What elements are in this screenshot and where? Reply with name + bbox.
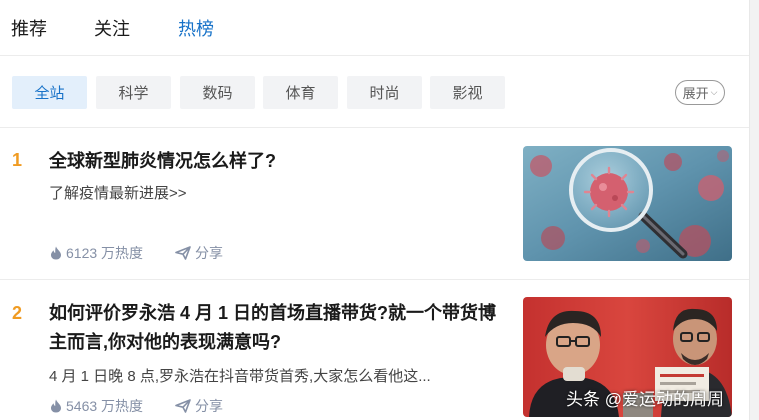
tab-recommend[interactable]: 推荐 bbox=[11, 15, 47, 41]
heat-text: 6123 万热度 bbox=[66, 245, 144, 261]
item-excerpt[interactable]: 4 月 1 日晚 8 点,罗永浩在抖音带货首秀,大家怎么看他这... bbox=[49, 365, 504, 386]
heat-count: 6123 万热度 bbox=[50, 243, 143, 263]
expand-label: 展开 bbox=[682, 86, 709, 101]
item-meta: 6123 万热度 分享 bbox=[50, 243, 223, 263]
category-chip-digital[interactable]: 数码 bbox=[180, 76, 255, 109]
expand-button[interactable]: 展开 ⌵ bbox=[675, 80, 725, 105]
category-chip-sports[interactable]: 体育 bbox=[263, 76, 338, 109]
chevron-down-icon: ⌵ bbox=[710, 87, 718, 97]
hot-list-panel: 推荐 关注 热榜 全站 科学 数码 体育 时尚 影视 展开 ⌵ 1 全球新型肺炎… bbox=[0, 0, 749, 420]
item-thumbnail[interactable] bbox=[523, 146, 732, 261]
paper-plane-icon bbox=[175, 246, 191, 260]
watermark-text: 头条 @爱运动的周周 bbox=[566, 390, 724, 409]
flame-icon bbox=[51, 246, 61, 260]
share-label: 分享 bbox=[195, 245, 224, 261]
heat-count: 5463 万热度 bbox=[50, 396, 143, 416]
rank-number: 1 bbox=[12, 150, 23, 170]
share-label: 分享 bbox=[195, 398, 224, 414]
item-excerpt[interactable]: 了解疫情最新进展>> bbox=[49, 182, 504, 203]
tab-hot-list[interactable]: 热榜 bbox=[178, 15, 214, 41]
category-chip-all[interactable]: 全站 bbox=[12, 76, 87, 109]
item-title[interactable]: 全球新型肺炎情况怎么样了? bbox=[49, 147, 504, 176]
category-chip-science[interactable]: 科学 bbox=[96, 76, 171, 109]
category-filter-bar: 全站 科学 数码 体育 时尚 影视 展开 ⌵ bbox=[0, 56, 749, 128]
top-tab-bar: 推荐 关注 热榜 bbox=[0, 0, 749, 56]
item-meta: 5463 万热度 分享 bbox=[50, 396, 223, 416]
heat-text: 5463 万热度 bbox=[66, 398, 144, 414]
rank-number: 2 bbox=[12, 303, 23, 323]
item-title[interactable]: 如何评价罗永浩 4 月 1 日的首场直播带货?就一个带货博主而言,你对他的表现满… bbox=[49, 299, 504, 357]
virus-magnifier-image bbox=[523, 146, 732, 261]
category-chip-fashion[interactable]: 时尚 bbox=[347, 76, 422, 109]
hot-list-item[interactable]: 1 全球新型肺炎情况怎么样了? 了解疫情最新进展>> 6123 万热度 分享 bbox=[0, 128, 749, 280]
scrollbar[interactable] bbox=[749, 0, 759, 420]
share-button[interactable]: 分享 bbox=[175, 243, 223, 263]
flame-icon bbox=[51, 399, 61, 413]
share-button[interactable]: 分享 bbox=[175, 396, 223, 416]
paper-plane-icon bbox=[175, 399, 191, 413]
tab-following[interactable]: 关注 bbox=[94, 15, 130, 41]
category-chip-film[interactable]: 影视 bbox=[430, 76, 505, 109]
